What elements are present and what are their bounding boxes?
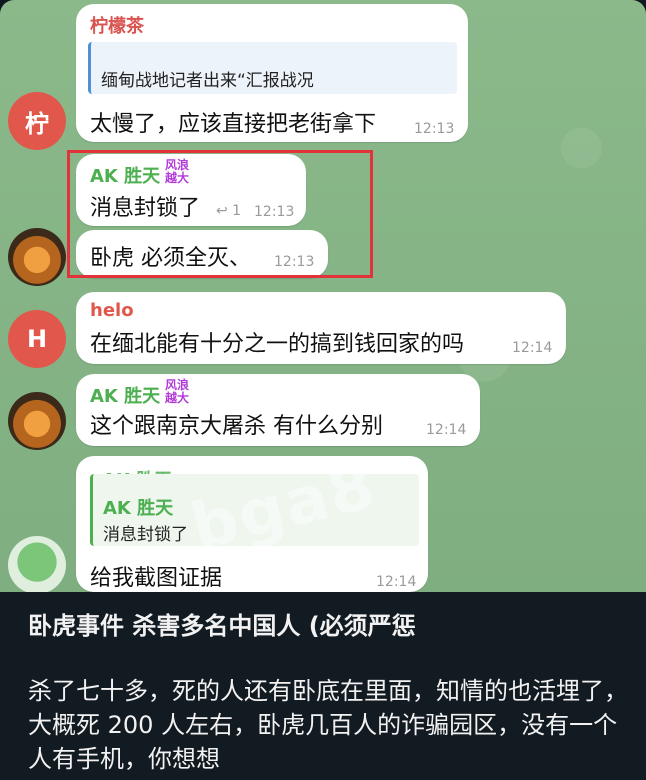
caption-title: 卧虎事件 杀害多名中国人 (必须严惩 — [28, 612, 416, 640]
message-time: 12:14 — [376, 574, 417, 590]
tiger-avatar-icon[interactable] — [8, 228, 66, 286]
message-text: 太慢了，应该直接把老街拿下 — [90, 112, 377, 137]
message-time: 12:14 — [512, 340, 553, 356]
caption-panel: 卧虎事件 杀害多名中国人 (必须严惩 杀了七十多，死的人还有卧底在里面，知情的也… — [0, 592, 646, 780]
avatar[interactable]: H — [8, 310, 66, 368]
message-text: 这个跟南京大屠杀 有什么分别 — [90, 414, 383, 439]
tiger-avatar-icon[interactable] — [8, 392, 66, 450]
quote-sender: AK 胜天 — [103, 498, 174, 519]
message-bubble[interactable]: AK 胜天 风浪越大 这个跟南京大屠杀 有什么分别 12:14 — [76, 374, 480, 446]
quoted-message[interactable]: 缅甸战地记者出来“汇报战况 — [88, 42, 457, 94]
sender-name[interactable]: AK 胜天 — [90, 382, 160, 408]
sender-name[interactable]: 柠檬茶 — [90, 12, 144, 38]
message-text: 在缅北能有十分之一的搞到钱回家的吗 — [90, 332, 465, 357]
sender-badge: 风浪越大 — [164, 378, 189, 405]
caption-body: 杀了七十多，死的人还有卧底在里面，知情的也活埋了，大概死 200 人左右，卧虎几… — [28, 677, 628, 773]
quoted-text: 缅甸战地记者出来“汇报战况 — [101, 71, 314, 91]
quoted-text: 消息封锁了 — [103, 525, 188, 545]
message-time: 12:13 — [414, 121, 455, 137]
highlight-box — [67, 150, 373, 278]
message-bubble[interactable]: 柠檬茶 缅甸战地记者出来“汇报战况 太慢了，应该直接把老街拿下 12:13 — [76, 4, 468, 142]
message-bubble[interactable]: helo 在缅北能有十分之一的搞到钱回家的吗 12:14 — [76, 292, 566, 364]
avatar-letter: H — [26, 325, 48, 353]
avatar[interactable]: 柠 — [8, 92, 66, 150]
avatar-letter: 柠 — [25, 109, 49, 138]
sender-name[interactable]: helo — [90, 300, 134, 321]
message-time: 12:14 — [426, 422, 467, 438]
chat-area[interactable]: 柠檬茶 缅甸战地记者出来“汇报战况 太慢了，应该直接把老街拿下 12:13 柠 … — [0, 0, 646, 592]
frog-avatar-icon[interactable] — [8, 536, 66, 592]
